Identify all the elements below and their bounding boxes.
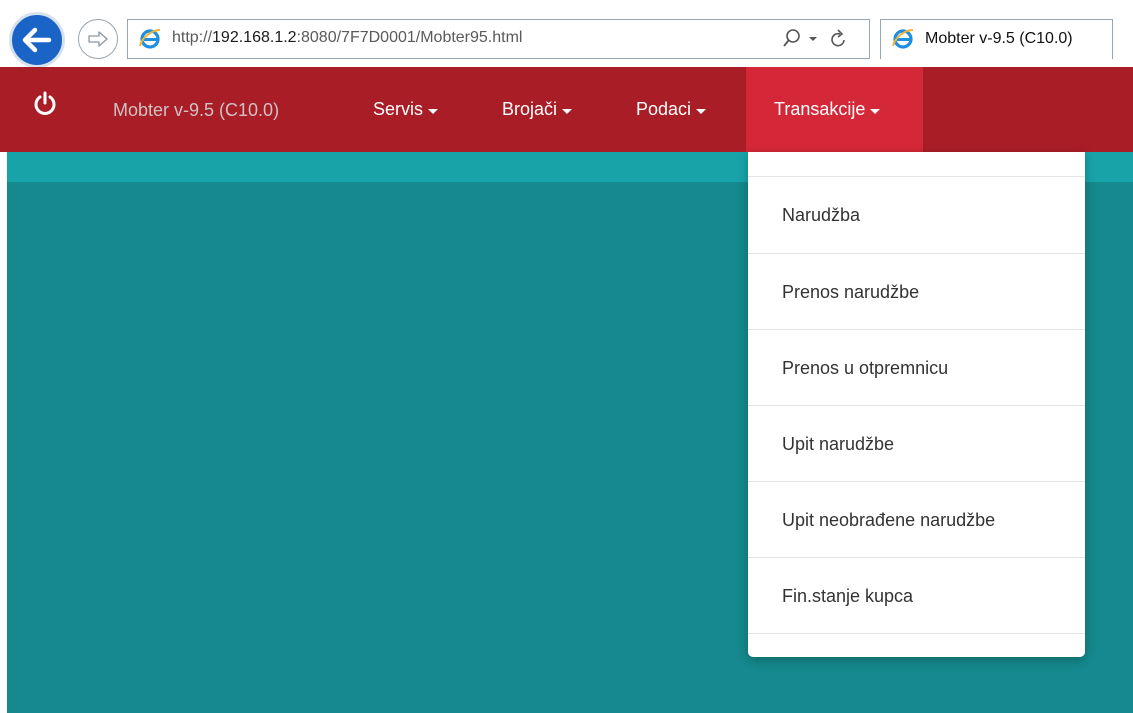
back-button[interactable] [9, 12, 65, 68]
nav-podaci-label: Podaci [636, 99, 692, 119]
menu-item-prenos-narudzbe[interactable]: Prenos narudžbe [748, 254, 1085, 330]
forward-arrow-icon [88, 31, 108, 47]
browser-chrome: http://192.168.1.2:8080/7F7D0001/Mobter9… [0, 0, 1133, 68]
menu-item-prenos-u-otpremnicu[interactable]: Prenos u otpremnicu [748, 330, 1085, 406]
caret-down-icon [428, 108, 439, 114]
nav-brojaci-label: Brojači [502, 99, 558, 119]
refresh-icon[interactable] [828, 28, 848, 50]
forward-button[interactable] [78, 19, 118, 59]
menu-item-upit-narudzbe[interactable]: Upit narudžbe [748, 406, 1085, 482]
nav-podaci[interactable]: Podaci [636, 67, 707, 152]
back-arrow-icon [22, 27, 52, 53]
internet-explorer-icon [892, 29, 914, 49]
url-prefix: http:// [172, 29, 213, 46]
url-rest: :8080/7F7D0001/Mobter95.html [296, 29, 523, 46]
caret-down-icon [870, 108, 881, 114]
page: http://192.168.1.2:8080/7F7D0001/Mobter9… [0, 0, 1133, 713]
caret-down-icon [696, 108, 707, 114]
address-bar[interactable]: http://192.168.1.2:8080/7F7D0001/Mobter9… [127, 19, 870, 59]
caret-down-icon [562, 108, 573, 114]
nav-transakcije-label: Transakcije [774, 99, 866, 119]
url-text: http://192.168.1.2:8080/7F7D0001/Mobter9… [172, 29, 522, 47]
nav-servis-label: Servis [373, 99, 424, 119]
nav-brojaci[interactable]: Brojači [502, 67, 573, 152]
url-host: 192.168.1.2 [212, 29, 297, 46]
chevron-down-icon[interactable] [808, 36, 818, 42]
brand-title[interactable]: Mobter v-9.5 (C10.0) [113, 100, 279, 121]
internet-explorer-icon [139, 29, 161, 49]
menu-item-upit-neobradjene-narudzbe[interactable]: Upit neobrađene narudžbe [748, 482, 1085, 558]
browser-tab[interactable]: Mobter v-9.5 (C10.0) [880, 19, 1113, 59]
menu-item-fin-stanje-kupca[interactable]: Fin.stanje kupca [748, 558, 1085, 634]
tab-title: Mobter v-9.5 (C10.0) [925, 30, 1073, 47]
menu-divider [748, 633, 1085, 634]
navbar: Mobter v-9.5 (C10.0) Servis Brojači Poda… [0, 67, 1133, 152]
nav-servis[interactable]: Servis [373, 67, 439, 152]
transakcije-dropdown-menu: Narudžba Prenos narudžbe Prenos u otprem… [748, 152, 1085, 657]
nav-transakcije[interactable]: Transakcije [746, 67, 923, 152]
power-icon[interactable] [32, 91, 58, 117]
search-icon[interactable] [782, 28, 802, 50]
menu-item-narudzba[interactable]: Narudžba [748, 177, 1085, 253]
